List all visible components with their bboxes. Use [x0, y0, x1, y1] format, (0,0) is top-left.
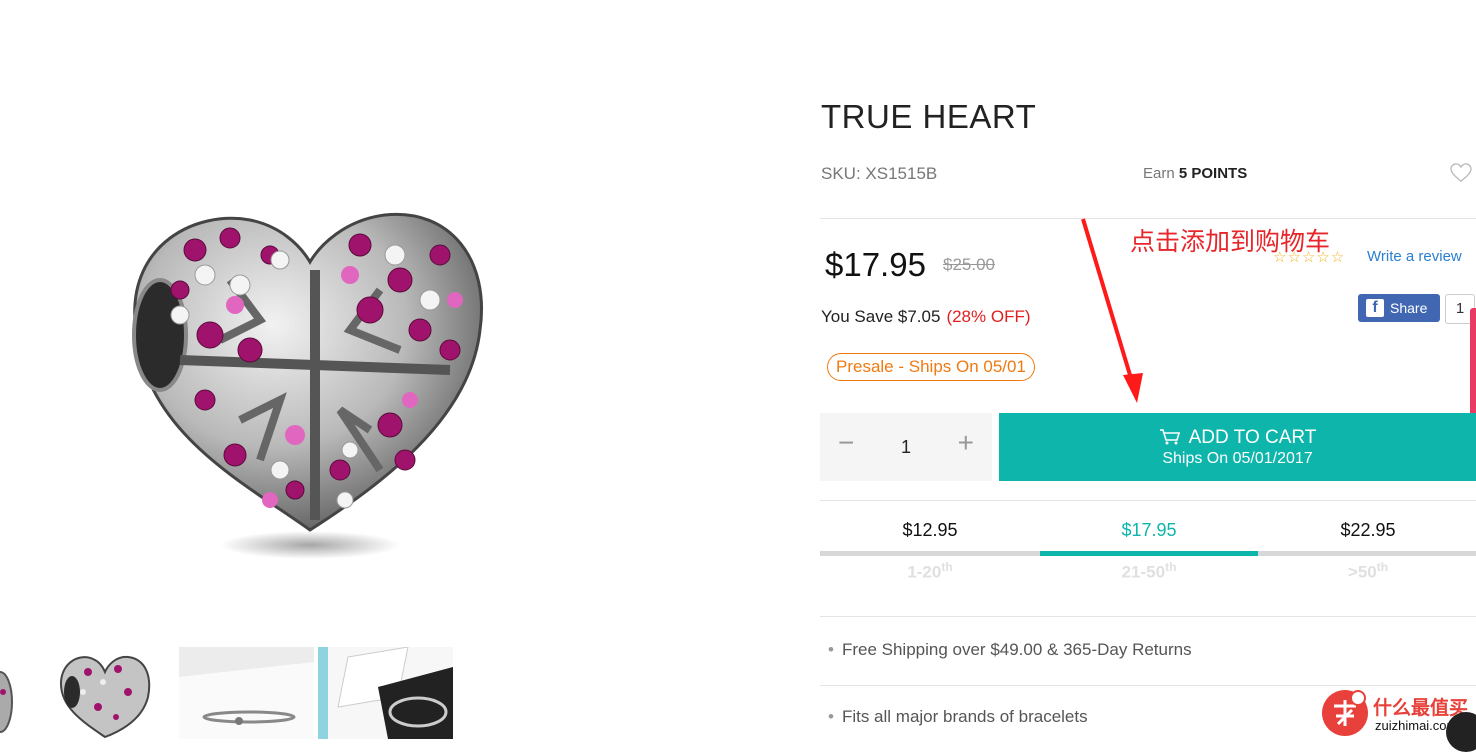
annotation-arrow-icon [1081, 218, 1143, 403]
tier-price-3: $22.95 [1340, 520, 1396, 540]
tier-range-3-suffix: th [1376, 560, 1389, 574]
tier-range-3: >50th [1259, 560, 1476, 583]
tier-range-3-value: >50 [1347, 562, 1377, 582]
feature-item: • Free Shipping over $49.00 & 365-Day Ret… [828, 640, 1192, 660]
current-price: $17.95 [825, 246, 926, 283]
write-review-link[interactable]: Write a review [1367, 248, 1462, 265]
tier-price-1: $12.95 [902, 520, 958, 540]
divider [820, 218, 1476, 219]
product-main-image [132, 212, 483, 559]
savings-amount: You Save $7.05 [821, 307, 941, 326]
tier-range-1: 1-20th [821, 560, 1039, 583]
earn-points-value: 5 POINTS [1178, 165, 1248, 182]
savings-percent: (28% OFF) [946, 307, 1031, 326]
tier-range-2: 21-50th [1040, 560, 1258, 583]
feature-text: Fits all major brands of bracelets [841, 707, 1088, 726]
annotation-text: 点击添加到购物车 [1130, 227, 1331, 256]
ships-on-date: Ships On 05/01/2017 [1162, 450, 1313, 467]
divider [820, 616, 1476, 617]
thumbnail-3[interactable] [179, 647, 314, 739]
quantity-stepper: − 1 + [820, 413, 992, 481]
earn-prefix: Earn [1143, 165, 1179, 182]
thumbnail-1[interactable] [0, 647, 20, 739]
thumbnail-4[interactable] [318, 647, 453, 739]
savings-text: You Save $7.05 (28% OFF) [821, 307, 1031, 327]
watermark-logo [1322, 690, 1368, 736]
tier-bar-3 [1258, 551, 1476, 556]
quantity-increase-button[interactable]: + [958, 429, 974, 457]
add-to-cart-button[interactable]: ADD TO CART Ships On 05/01/2017 [999, 413, 1476, 481]
cart-icon [1159, 429, 1180, 445]
thumbnail-2[interactable] [58, 647, 153, 739]
add-to-cart-label-row: ADD TO CART [999, 427, 1476, 449]
bullet-icon: • [828, 640, 834, 659]
feature-text: Free Shipping over $49.00 & 365-Day Retu… [841, 640, 1192, 659]
feature-item: • Fits all major brands of bracelets [828, 707, 1088, 727]
divider [820, 500, 1476, 501]
scroll-top-button[interactable] [1446, 712, 1476, 752]
tier-bar-2 [1040, 551, 1258, 556]
divider [820, 685, 1476, 686]
bullet-icon: • [828, 707, 834, 726]
tier-range-1-suffix: th [941, 560, 953, 574]
original-price: $25.00 [943, 255, 995, 274]
tier-range-1-value: 1-20 [907, 562, 942, 582]
watermark-logo-icon [1334, 690, 1366, 726]
wishlist-heart-icon[interactable] [1450, 163, 1472, 183]
facebook-share-button[interactable]: f Share [1358, 294, 1440, 322]
product-sku: SKU: XS1515B [821, 164, 938, 183]
share-label: Share [1390, 300, 1428, 316]
tier-range-2-value: 21-50 [1121, 562, 1166, 582]
product-title: TRUE HEART [821, 98, 1037, 135]
facebook-icon: f [1366, 299, 1384, 317]
presale-badge: Presale - Ships On 05/01 [827, 353, 1035, 381]
add-to-cart-label: ADD TO CART [1188, 427, 1317, 448]
tier-bar-1 [820, 551, 1040, 556]
tier-price-2: $17.95 [1121, 520, 1177, 540]
earn-points: Earn 5 POINTS [1143, 165, 1247, 182]
watermark-domain: zuizhimai.com [1375, 718, 1458, 733]
tier-range-2-suffix: th [1165, 560, 1177, 574]
